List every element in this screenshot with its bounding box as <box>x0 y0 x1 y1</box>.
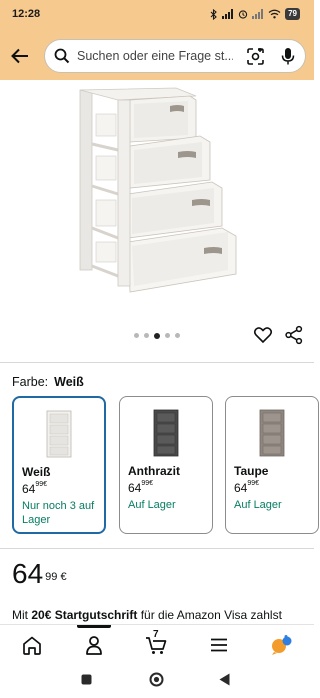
variant-name: Anthrazit <box>128 464 180 478</box>
bluetooth-icon <box>210 8 217 20</box>
alexa-icon <box>272 635 292 655</box>
visa-promo-text[interactable]: Mit 20€ Startgutschrift für die Amazon V… <box>12 608 282 622</box>
back-triangle-icon[interactable] <box>219 673 230 686</box>
variant-name: Weiß <box>22 465 51 479</box>
home-circle-icon[interactable] <box>149 672 164 687</box>
gallery-dot[interactable] <box>165 333 170 338</box>
system-nav-bar <box>0 662 314 698</box>
share-icon <box>285 325 303 345</box>
variant-card-taupe[interactable]: Taupe 6499€ Auf Lager <box>225 396 319 534</box>
gallery-dot[interactable] <box>175 333 180 338</box>
user-icon <box>86 636 102 655</box>
search-placeholder: Suchen oder eine Frage st... <box>77 49 233 63</box>
divider <box>0 362 314 363</box>
cart-count: 7 <box>153 629 159 640</box>
wifi-icon <box>268 9 281 19</box>
nav-alexa[interactable] <box>270 633 294 657</box>
variant-stock: Auf Lager <box>234 499 282 511</box>
variant-stock: Auf Lager <box>128 499 176 511</box>
search-icon <box>54 48 70 64</box>
heart-icon <box>253 327 273 344</box>
camera-lens-icon[interactable] <box>246 47 265 66</box>
home-icon <box>23 636 41 655</box>
header: Suchen oder eine Frage st... <box>0 32 314 80</box>
signal-icon <box>222 9 234 19</box>
color-value: Weiß <box>54 375 84 389</box>
product-image[interactable] <box>0 80 314 328</box>
variant-price: 6499€ <box>234 480 260 495</box>
divider <box>0 548 314 549</box>
variant-name: Taupe <box>234 464 269 478</box>
color-variant-list: Weiß 6499€ Nur noch 3 auf Lager Anthrazi… <box>12 396 319 534</box>
product-price: 64 99 € <box>12 558 67 590</box>
drawer-cabinet-image <box>79 87 237 293</box>
variant-price: 6499€ <box>22 481 48 496</box>
nav-cart[interactable]: 7 <box>144 629 168 657</box>
variant-thumbnail <box>46 410 72 458</box>
variant-price: 6499€ <box>128 480 154 495</box>
microphone-icon[interactable] <box>281 47 295 66</box>
gallery-dot-active[interactable] <box>154 332 160 339</box>
variant-stock: Nur noch 3 auf Lager <box>22 500 95 526</box>
variant-thumbnail <box>259 409 285 457</box>
gallery-dot[interactable] <box>134 333 139 338</box>
status-time: 12:28 <box>12 8 41 20</box>
signal-icon-2 <box>252 9 264 19</box>
alarm-icon <box>238 10 248 19</box>
hamburger-menu-icon <box>211 638 227 652</box>
status-bar: 12:28 79 <box>0 0 314 32</box>
nav-menu[interactable] <box>207 633 231 657</box>
share-button[interactable] <box>284 325 304 350</box>
back-button[interactable] <box>6 42 34 70</box>
variant-thumbnail <box>153 409 179 457</box>
nav-account[interactable] <box>82 633 106 657</box>
color-selector-label: Farbe: Weiß <box>12 375 84 389</box>
variant-card-weiss[interactable]: Weiß 6499€ Nur noch 3 auf Lager <box>12 396 106 534</box>
bottom-nav: 7 <box>0 624 314 662</box>
status-icons: 79 <box>210 8 300 20</box>
arrow-left-icon <box>11 48 28 64</box>
color-label: Farbe: <box>12 375 49 389</box>
recent-apps-icon[interactable] <box>81 674 92 685</box>
variant-card-anthrazit[interactable]: Anthrazit 6499€ Auf Lager <box>119 396 213 534</box>
wishlist-button[interactable] <box>253 325 273 350</box>
price-whole: 64 <box>12 558 44 589</box>
nav-home[interactable] <box>20 633 44 657</box>
nav-active-indicator <box>77 625 111 628</box>
battery-indicator: 79 <box>285 8 300 20</box>
search-input[interactable]: Suchen oder eine Frage st... <box>44 39 306 73</box>
gallery-dot[interactable] <box>144 333 149 338</box>
price-fraction: 99 € <box>45 571 67 583</box>
